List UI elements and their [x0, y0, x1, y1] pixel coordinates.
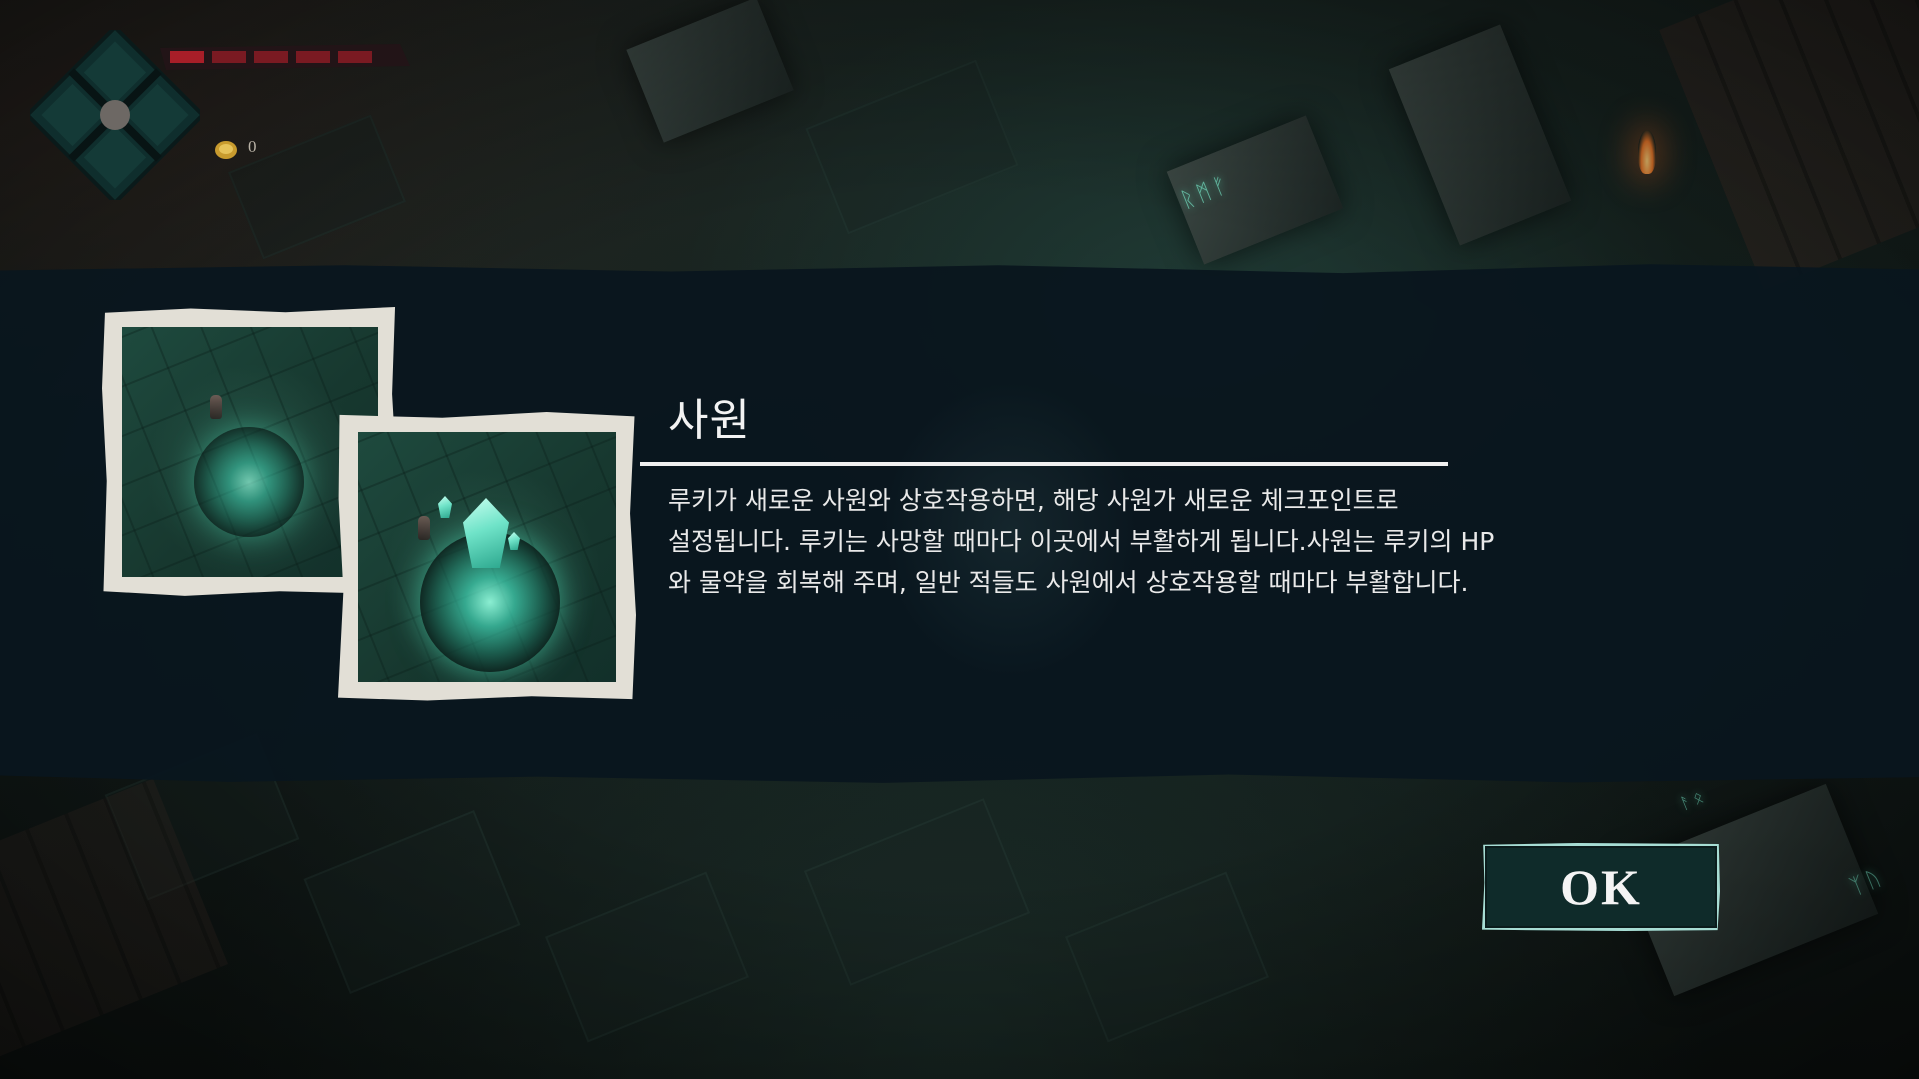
- health-bar-icon: [160, 44, 410, 70]
- glowing-rune-icon: ᚨᛟ: [1677, 785, 1710, 814]
- stone-pillar: [1388, 24, 1572, 246]
- floor-tile: [1064, 871, 1270, 1043]
- ok-button[interactable]: OK: [1482, 843, 1720, 931]
- title-divider: [640, 462, 1448, 466]
- shrine-active-illustration: [338, 412, 636, 701]
- description-line: 설정됩니다. 루키는 사망할 때마다 이곳에서 부활하게 됩니다.사원는 루키의…: [668, 527, 1495, 556]
- ok-button-label: OK: [1560, 859, 1642, 915]
- description-line: 와 물약을 회복해 주며, 일반 적들도 사원에서 상호작용할 때마다 부활합니…: [668, 568, 1469, 597]
- wooden-floor: [1659, 0, 1919, 290]
- illustration-scene: [358, 432, 616, 682]
- tutorial-title: 사원: [668, 395, 751, 446]
- description-line: 루키가 새로운 사원와 상호작용하면, 해당 사원가 새로운 체크포인트로: [668, 486, 1399, 515]
- character-figure-icon: [210, 395, 222, 419]
- gold-coin-icon: [215, 141, 237, 159]
- floor-tile: [303, 810, 521, 994]
- tutorial-description: 루키가 새로운 사원와 상호작용하면, 해당 사원가 새로운 체크포인트로 설정…: [668, 480, 1708, 603]
- floor-tile: [544, 871, 750, 1043]
- torch-flame-icon: [1638, 130, 1656, 174]
- floor-tile: [803, 798, 1031, 986]
- floor-tile: [805, 59, 1019, 235]
- stone-block: [626, 0, 794, 143]
- character-figure-icon: [418, 516, 430, 540]
- shrine-icon: [194, 427, 304, 537]
- coin-count: 0: [248, 137, 257, 156]
